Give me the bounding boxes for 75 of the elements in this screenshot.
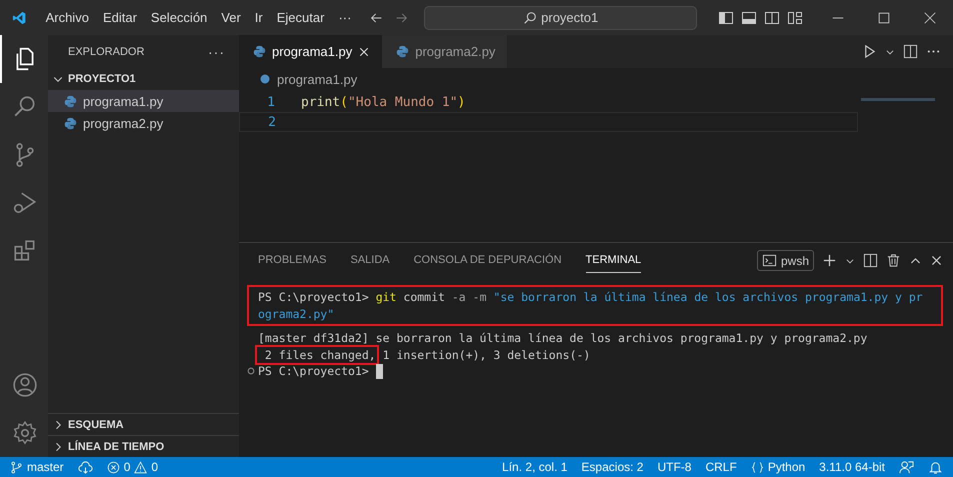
status-item[interactable]: CRLF xyxy=(705,460,737,474)
braces-icon xyxy=(750,460,764,474)
settings-icon[interactable] xyxy=(12,420,38,446)
close-icon[interactable] xyxy=(930,254,943,267)
status-item[interactable]: Espacios: 2 xyxy=(581,460,644,474)
warning-icon xyxy=(134,460,148,474)
breadcrumb[interactable]: programa1.py xyxy=(277,72,358,86)
search-icon xyxy=(523,10,538,24)
terminal-profile-button[interactable]: pwsh xyxy=(756,250,814,271)
terminal-text: ograma2.py" xyxy=(258,306,334,321)
customize-layout-icon[interactable] xyxy=(787,10,803,26)
search-field[interactable]: proyecto1 xyxy=(424,6,697,30)
split-editor-icon[interactable] xyxy=(903,44,918,59)
menu-item[interactable]: Ver xyxy=(214,10,248,25)
command-decoration-icon xyxy=(247,367,255,376)
terminal-text: 2 files changed, xyxy=(258,348,376,362)
run-debug-icon xyxy=(12,190,38,216)
menu-item[interactable]: Ejecutar xyxy=(270,10,332,25)
menu-item[interactable]: ··· xyxy=(331,10,358,25)
close-icon[interactable] xyxy=(358,46,370,58)
status-item[interactable]: 3.11.0 64-bit xyxy=(819,460,885,474)
terminal-text: PS C:\proyecto1> xyxy=(258,364,370,378)
terminal-text: -a -m xyxy=(452,290,488,304)
feedback-icon[interactable] xyxy=(899,460,914,474)
text-cursor xyxy=(376,364,383,379)
branch-icon xyxy=(10,460,23,474)
line-number: 1 xyxy=(266,94,276,110)
python-file-icon xyxy=(64,94,77,108)
language-status[interactable]: Python xyxy=(750,460,806,474)
status-item[interactable]: Lín. 2, col. 1 xyxy=(502,460,568,474)
maximize-icon[interactable] xyxy=(877,10,891,24)
bell-icon[interactable] xyxy=(928,460,943,474)
terminal-text: PS C:\proyecto1> xyxy=(258,290,370,304)
terminal-text: git xyxy=(376,290,396,304)
panel-tab[interactable]: CONSOLA DE DEPURACIÓN xyxy=(414,248,562,273)
terminal-text: commit xyxy=(402,290,446,304)
editor-tab[interactable]: programa2.py xyxy=(382,35,508,68)
split-layout-icon[interactable] xyxy=(764,10,780,26)
sidebar-section-header[interactable]: ESQUEMA xyxy=(48,413,239,435)
menu-item[interactable]: Selección xyxy=(144,10,214,25)
branch-status[interactable]: master xyxy=(10,460,64,474)
terminal-text: "se borraron la última línea de los archivos programa1.py y pr xyxy=(493,290,923,304)
menu-item[interactable]: Archivo xyxy=(38,10,96,25)
panel-tab[interactable]: TERMINAL xyxy=(586,248,642,273)
python-file-icon xyxy=(253,45,266,58)
menu-item[interactable]: Editar xyxy=(96,10,144,25)
toggle-sidebar-icon[interactable] xyxy=(718,10,734,26)
panel-tab[interactable]: PROBLEMAS xyxy=(258,248,326,273)
error-icon xyxy=(106,460,120,474)
terminal-text: 1 insertion(+), 3 deletions(-) xyxy=(382,348,590,362)
more-actions-button[interactable]: ··· xyxy=(208,44,225,60)
panel-tab[interactable]: SALIDA xyxy=(350,248,390,273)
python-file-icon xyxy=(259,73,271,85)
folder-item[interactable]: PROYECTO1 xyxy=(48,68,239,90)
code-line: print("Hola Mundo 1") xyxy=(301,94,466,110)
cloud-sync-icon[interactable] xyxy=(78,460,93,474)
line-number: 2 xyxy=(267,114,277,130)
python-file-icon xyxy=(396,45,410,58)
editor-tab[interactable]: programa1.py xyxy=(239,35,382,68)
python-file-icon xyxy=(64,116,77,130)
run-icon[interactable] xyxy=(862,44,877,59)
problems-status[interactable]: 0 0 xyxy=(106,460,158,474)
terminal-icon xyxy=(762,253,777,268)
trash-icon[interactable] xyxy=(886,253,901,268)
file-item[interactable]: programa2.py xyxy=(48,112,239,134)
account-icon[interactable] xyxy=(12,372,38,398)
toggle-panel-icon[interactable] xyxy=(741,10,757,26)
sidebar-title: EXPLORADOR xyxy=(68,46,144,58)
menu-item[interactable]: Ir xyxy=(248,10,270,25)
file-item[interactable]: programa1.py xyxy=(48,90,239,112)
status-item[interactable]: UTF-8 xyxy=(657,460,692,474)
split-terminal-icon[interactable] xyxy=(863,253,878,268)
terminal-text: [master df31da2] se borraron la última línea de los archivos programa1.py y programa2.py xyxy=(258,331,868,346)
close-icon[interactable] xyxy=(923,10,937,24)
plus-icon[interactable] xyxy=(822,253,837,268)
